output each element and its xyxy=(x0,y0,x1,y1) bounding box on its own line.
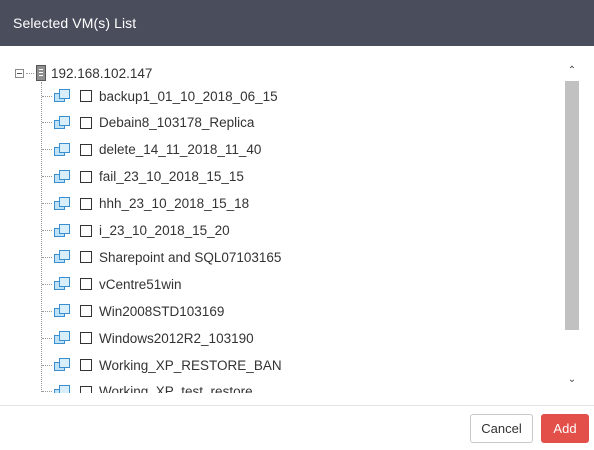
vm-checkbox[interactable] xyxy=(80,385,92,393)
tree-connector xyxy=(42,256,52,258)
tree-connector xyxy=(42,149,52,151)
vm-list-item[interactable]: fail_23_10_2018_15_15 xyxy=(42,168,244,186)
tree-connector xyxy=(42,176,52,178)
vm-label: Debain8_103178_Replica xyxy=(99,115,255,131)
vm-list-item[interactable]: vCentre51win xyxy=(42,275,182,293)
vm-list-item[interactable]: backup1_01_10_2018_06_15 xyxy=(42,87,278,105)
vm-checkbox[interactable] xyxy=(80,170,92,183)
vm-checkbox[interactable] xyxy=(80,278,92,291)
virtual-machine-icon xyxy=(54,115,71,130)
cancel-button[interactable]: Cancel xyxy=(470,414,533,443)
vm-list-item[interactable]: hhh_23_10_2018_15_18 xyxy=(42,195,249,213)
scrollbar-thumb[interactable] xyxy=(565,81,579,330)
virtual-machine-icon xyxy=(54,142,71,157)
tree-connector xyxy=(42,310,52,312)
vm-label: fail_23_10_2018_15_15 xyxy=(99,169,244,185)
add-button[interactable]: Add xyxy=(541,414,589,443)
virtual-machine-icon xyxy=(54,250,71,264)
vm-checkbox[interactable] xyxy=(80,197,92,210)
tree-connector xyxy=(42,364,52,366)
collapse-toggle-icon[interactable] xyxy=(15,68,24,78)
vm-label: backup1_01_10_2018_06_15 xyxy=(99,88,278,104)
virtual-machine-icon xyxy=(54,89,71,103)
tree-root-node[interactable]: 192.168.102.147 xyxy=(15,64,152,82)
tree-connector xyxy=(42,95,52,97)
dialog-footer: Cancel Add xyxy=(0,405,594,450)
vm-list-item[interactable]: Win2008STD103169 xyxy=(42,302,224,320)
vm-checkbox[interactable] xyxy=(80,305,92,318)
vm-list-item[interactable]: Working_XP_test_restore xyxy=(42,383,253,393)
vm-checkbox[interactable] xyxy=(80,332,92,345)
vm-label: Sharepoint and SQL07103165 xyxy=(99,249,282,265)
vm-list-item[interactable]: Debain8_103178_Replica xyxy=(42,114,254,132)
virtual-machine-icon xyxy=(54,223,71,238)
tree-connector xyxy=(42,283,52,285)
vm-list-item[interactable]: delete_14_11_2018_11_40 xyxy=(42,141,261,159)
vm-label: delete_14_11_2018_11_40 xyxy=(99,142,262,158)
tree-connector xyxy=(42,203,52,205)
vm-label: vCentre51win xyxy=(99,276,182,292)
vm-checkbox[interactable] xyxy=(80,251,92,264)
vm-tree: 192.168.102.147 backup1_01_10_2018_06_15… xyxy=(0,60,560,393)
vm-list-item[interactable]: i_23_10_2018_15_20 xyxy=(42,222,230,240)
dialog-header: Selected VM(s) List xyxy=(0,0,594,46)
vm-checkbox[interactable] xyxy=(80,143,92,156)
vm-label: Working_XP_test_restore xyxy=(99,384,253,393)
scroll-up-icon[interactable]: ⌃ xyxy=(566,65,578,77)
vm-list-item[interactable]: Working_XP_RESTORE_BAN xyxy=(42,356,282,374)
vm-label: Windows2012R2_103190 xyxy=(99,330,254,346)
tree-connector xyxy=(42,230,52,231)
scroll-down-icon[interactable]: ⌄ xyxy=(566,374,578,386)
virtual-machine-icon xyxy=(54,169,71,184)
vertical-scrollbar[interactable]: ⌃ ⌄ xyxy=(563,60,580,393)
virtual-machine-icon xyxy=(54,277,71,291)
vm-label: Win2008STD103169 xyxy=(99,303,225,319)
vm-tree-panel: 192.168.102.147 backup1_01_10_2018_06_15… xyxy=(0,60,594,393)
vm-list-item[interactable]: Windows2012R2_103190 xyxy=(42,329,254,347)
dialog-title: Selected VM(s) List xyxy=(13,15,137,31)
tree-connector xyxy=(42,391,52,393)
vm-list-item[interactable]: Sharepoint and SQL07103165 xyxy=(42,248,281,266)
vm-checkbox[interactable] xyxy=(80,90,92,102)
server-icon xyxy=(36,65,46,81)
vm-label: i_23_10_2018_15_20 xyxy=(99,223,230,238)
selected-vms-dialog: Selected VM(s) List 192.168.102.147 back… xyxy=(0,0,594,450)
virtual-machine-icon xyxy=(54,358,71,372)
tree-connector xyxy=(26,72,34,74)
host-label: 192.168.102.147 xyxy=(51,65,153,81)
vm-checkbox[interactable] xyxy=(80,224,92,237)
vm-label: hhh_23_10_2018_15_18 xyxy=(99,196,250,212)
virtual-machine-icon xyxy=(54,304,71,318)
vm-label: Working_XP_RESTORE_BAN xyxy=(99,357,282,373)
virtual-machine-icon xyxy=(54,384,71,393)
tree-connector xyxy=(42,337,52,339)
virtual-machine-icon xyxy=(54,196,71,211)
virtual-machine-icon xyxy=(54,331,71,345)
vm-checkbox[interactable] xyxy=(80,359,92,371)
tree-connector xyxy=(42,122,52,124)
vm-checkbox[interactable] xyxy=(80,116,92,129)
